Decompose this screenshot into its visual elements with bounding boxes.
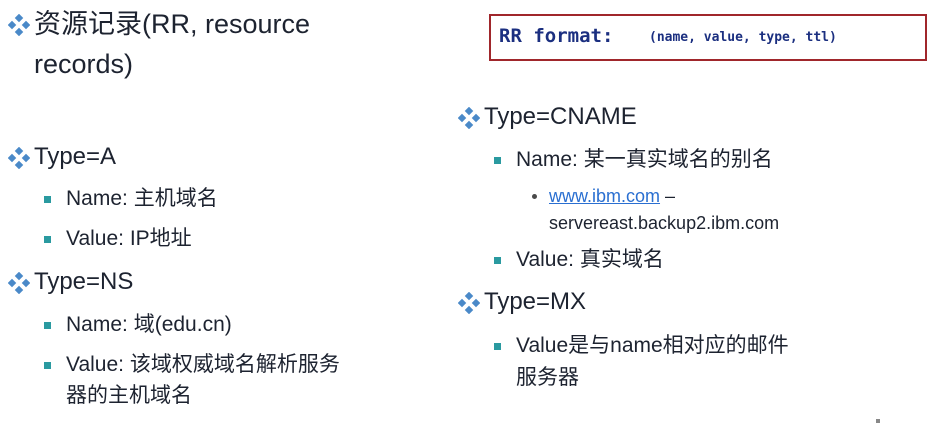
rr-format-args: (name, value, type, ttl) — [649, 30, 837, 45]
name-key: Name — [516, 148, 573, 171]
corner-mark — [876, 419, 880, 423]
diamond-bullet-icon — [8, 272, 30, 294]
type-mx-value-item: Value是与name相对应的邮件 — [516, 333, 789, 359]
rr-format-box: RR format: (name, value, type, ttl) — [489, 14, 927, 61]
type-ns-name-item: Name: 域(edu.cn) — [66, 312, 232, 338]
square-bullet-icon — [44, 236, 51, 243]
type-mx-title: Type=MX — [484, 288, 587, 315]
page-heading-cont: records) — [34, 49, 134, 79]
name-key: Name — [66, 187, 123, 210]
type-a-title: Type=A — [34, 143, 117, 170]
diamond-bullet-icon — [458, 292, 480, 314]
type-a-name-item: Name: 主机域名 — [66, 186, 218, 212]
type-cname-name-item: Name: 某一真实域名的别名 — [516, 147, 773, 173]
round-bullet-icon — [532, 194, 537, 199]
value-key: Value — [66, 353, 119, 376]
rr-format-title: RR format: — [499, 25, 614, 47]
value-key: Value — [516, 248, 569, 271]
value-key: Value — [66, 227, 119, 250]
type-ns-value-cont: 器的主机域名 — [66, 384, 192, 407]
diamond-bullet-icon — [8, 14, 30, 36]
name-value: : 某一真实域名的别名 — [572, 148, 773, 171]
type-ns-value-item: Value: 该域权威域名解析服务 — [66, 352, 340, 378]
page-heading: 资源记录(RR, resource — [34, 9, 311, 39]
example-dash: – — [660, 186, 676, 206]
diamond-bullet-icon — [8, 147, 30, 169]
square-bullet-icon — [494, 343, 501, 350]
type-cname-title: Type=CNAME — [484, 103, 637, 130]
value-value: : 真实域名 — [568, 248, 664, 271]
square-bullet-icon — [44, 362, 51, 369]
square-bullet-icon — [44, 196, 51, 203]
name-value: : 主机域名 — [122, 187, 218, 210]
type-cname-value-item: Value: 真实域名 — [516, 247, 664, 273]
square-bullet-icon — [44, 322, 51, 329]
type-a-value-item: Value: IP地址 — [66, 226, 192, 252]
square-bullet-icon — [494, 257, 501, 264]
diamond-bullet-icon — [458, 107, 480, 129]
cname-example: www.ibm.com – — [549, 184, 675, 208]
square-bullet-icon — [494, 157, 501, 164]
type-ns-title: Type=NS — [34, 268, 134, 295]
value-value: : 该域权威域名解析服务 — [118, 353, 340, 376]
value-value: 是与name相对应的邮件 — [568, 334, 789, 357]
name-value: : 域(edu.cn) — [122, 313, 232, 336]
cname-example-target: servereast.backup2.ibm.com — [549, 213, 780, 233]
type-mx-value-cont: 服务器 — [516, 366, 579, 389]
example-link[interactable]: www.ibm.com — [549, 186, 660, 206]
value-key: Value — [516, 334, 569, 357]
value-value: : IP地址 — [118, 227, 192, 250]
name-key: Name — [66, 313, 123, 336]
